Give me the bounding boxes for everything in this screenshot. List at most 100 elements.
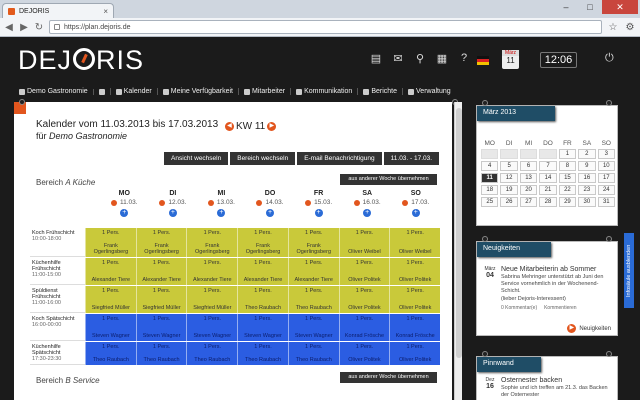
calendar-day[interactable]: 20 [519,185,538,195]
comment-count[interactable]: 0 Kommentar(e) [501,305,537,311]
menu-item-calendar[interactable]: Kalender [109,88,157,95]
comment-link[interactable]: Kommentieren [544,305,577,311]
add-shift-icon[interactable]: + [411,209,420,217]
shift-cell[interactable]: 1 Pers. Steven Wagner [85,314,136,341]
shift-cell[interactable]: 1 Pers. Theo Raubach [135,342,187,365]
shift-cell[interactable]: 1 Pers. Konrad Frösche [389,314,441,341]
copy-week-button-a[interactable]: aus anderer Woche übernehmen [340,174,437,185]
shift-cell[interactable]: 1 Pers. Siegfried Müller [85,286,136,313]
add-shift-icon[interactable]: + [120,209,129,217]
shift-cell[interactable]: 1 Pers. Oliver Weibel [389,228,441,257]
shift-cell[interactable]: 1 Pers. Theo Raubach [237,286,288,313]
calendar-day[interactable]: 28 [539,197,557,207]
calendar-day[interactable]: 4 [481,161,499,171]
shift-label[interactable]: Koch Spätschicht 16:00-00:00 [30,314,85,341]
shift-cell[interactable]: 1 Pers. Frank Ogerlingsberg [237,228,288,257]
hide-infopanel-tab[interactable]: Infosäule ausblenden [624,233,634,308]
day-alert-icon[interactable] [305,199,312,206]
shift-cell[interactable]: 1 Pers. Theo Raubach [186,342,238,365]
maximize-button[interactable]: □ [578,0,602,14]
shift-cell[interactable]: 1 Pers. Alexander Tiere [237,258,288,285]
day-alert-icon[interactable] [353,199,360,206]
shift-cell[interactable]: 1 Pers. Alexander Tiere [287,258,339,285]
menu-item-communication[interactable]: Kommunikation [290,88,357,95]
calendar-day[interactable]: 7 [539,161,557,171]
shift-cell[interactable]: 1 Pers. Theo Raubach [237,342,288,365]
shift-cell[interactable]: 1 Pers. Oliver Weibel [338,228,390,257]
print-icon[interactable]: ▤ [370,52,382,65]
calendar-day[interactable]: 29 [558,197,577,207]
next-week-icon[interactable]: ▶ [267,122,277,131]
shift-cell[interactable]: 1 Pers. Oliver Politek [338,342,390,365]
shift-cell[interactable]: 1 Pers. Alexander Tiere [85,258,136,285]
shift-cell[interactable]: 1 Pers. Theo Raubach [85,342,136,365]
menu-item-employees[interactable]: Mitarbeiter [238,88,290,95]
calendar-day[interactable]: 11 [481,173,499,183]
shift-cell[interactable]: 1 Pers. Siegfried Müller [135,286,187,313]
copy-week-button-b[interactable]: aus anderer Woche übernehmen [340,372,437,383]
email-notification-button[interactable]: E-mail Benachrichtigung [297,152,382,165]
menu-item-reports[interactable]: Berichte [357,88,402,95]
date-range-button[interactable]: 11.03. - 17.03. [383,152,440,165]
back-icon[interactable]: ◀ [4,22,14,33]
shift-cell[interactable]: 1 Pers. Oliver Politek [389,258,441,285]
shift-label[interactable]: Koch Frühschicht 10:00-18:00 [30,228,85,257]
menu-item-availability[interactable]: Meine Verfügbarkeit [156,88,238,95]
calendar-day[interactable]: 2 [578,149,596,159]
notes-icon[interactable]: ▦ [436,52,448,65]
add-shift-icon[interactable]: + [363,209,372,217]
day-alert-icon[interactable] [110,199,117,206]
shift-cell[interactable]: 1 Pers. Oliver Politek [389,342,441,365]
switch-view-button[interactable]: Ansicht wechseln [164,152,229,165]
calendar-day[interactable]: 27 [519,197,538,207]
shift-cell[interactable]: 1 Pers. Steven Wagner [237,314,288,341]
add-shift-icon[interactable]: + [266,209,275,217]
url-input[interactable]: https://plan.dejoris.de [49,20,602,34]
add-shift-icon[interactable]: + [217,209,226,217]
shift-cell[interactable]: 1 Pers. Theo Raubach [287,286,339,313]
shift-cell[interactable]: 1 Pers. Alexander Tiere [135,258,187,285]
star-icon[interactable]: ☆ [607,22,619,33]
pin-item-title[interactable]: Osternester backen [501,377,613,384]
close-window-button[interactable]: ✕ [602,0,638,14]
german-flag-icon[interactable] [477,56,489,65]
shift-cell[interactable]: 1 Pers. Frank Ogerlingsberg [135,228,187,257]
calendar-day[interactable]: 15 [558,173,577,183]
mail-icon[interactable]: ✉ [392,52,404,65]
menu-item-company[interactable]: Demo Gastronomie [14,88,93,95]
news-more-link[interactable]: ▶ Neuigkeiten [567,324,611,333]
calendar-day[interactable]: 9 [578,161,596,171]
prev-week-icon[interactable]: ◀ [224,122,234,131]
shift-cell[interactable]: 1 Pers. Oliver Politek [338,286,390,313]
calendar-day[interactable]: 8 [558,161,577,171]
browser-tab[interactable]: DEJORIS × [2,3,114,18]
shift-cell[interactable]: 1 Pers. Oliver Politek [338,258,390,285]
shift-cell[interactable]: 1 Pers. Steven Wagner [287,314,339,341]
calendar-day[interactable]: 1 [558,149,577,159]
shift-cell[interactable]: 1 Pers. Siegfried Müller [186,286,238,313]
shift-cell[interactable]: 1 Pers. Theo Raubach [287,342,339,365]
calendar-day[interactable]: 26 [500,197,518,207]
add-shift-icon[interactable]: + [314,209,323,217]
calendar-day[interactable]: 19 [500,185,518,195]
shift-cell[interactable]: 1 Pers. Frank Ogerlingsberg [287,228,339,257]
calendar-day[interactable]: 10 [597,161,615,171]
calendar-day[interactable]: 18 [481,185,499,195]
add-shift-icon[interactable]: + [168,209,177,217]
calendar-day[interactable]: 21 [539,185,557,195]
calendar-day[interactable]: 17 [597,173,615,183]
shift-cell[interactable]: 1 Pers. Steven Wagner [135,314,187,341]
calendar-day[interactable]: 12 [500,173,518,183]
minimize-button[interactable]: – [554,0,578,14]
shift-cell[interactable]: 1 Pers. Konrad Frösche [338,314,390,341]
shift-cell[interactable]: 1 Pers. Frank Ogerlingsberg [85,228,136,257]
dejoris-logo[interactable]: DEJ RIS [18,45,144,76]
calendar-day[interactable]: 13 [519,173,538,183]
menu-item-admin[interactable]: Verwaltung [402,88,456,95]
shift-cell[interactable]: 1 Pers. Steven Wagner [186,314,238,341]
news-item-title[interactable]: Neue Mitarbeiterin ab Sommer [501,266,613,273]
shift-cell[interactable]: 1 Pers. Frank Ogerlingsberg [186,228,238,257]
calendar-day[interactable]: 24 [597,185,615,195]
forward-icon[interactable]: ▶ [19,22,29,33]
calendar-day[interactable]: 5 [500,161,518,171]
